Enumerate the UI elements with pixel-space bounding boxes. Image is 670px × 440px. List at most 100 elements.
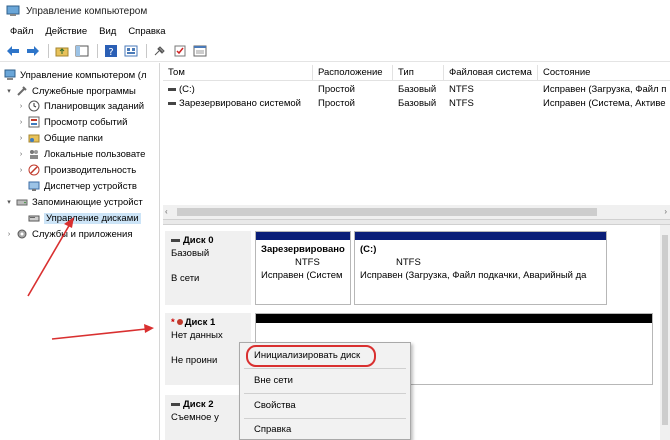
column-header-volume[interactable]: Том: [163, 65, 313, 81]
scrollbar-thumb[interactable]: [177, 208, 597, 216]
tree-perf-label: Производительность: [44, 164, 137, 176]
tree-utilities[interactable]: ▾ Служебные программы: [4, 83, 136, 99]
tree-storage[interactable]: ▾ Запоминающие устройст: [4, 194, 143, 210]
scrollbar-thumb[interactable]: [662, 235, 668, 425]
disk1-line2: Не проини: [171, 355, 218, 366]
expanded-chevron-icon[interactable]: ▾: [4, 198, 14, 206]
disk-icon: [171, 238, 180, 242]
services-icon: [17, 229, 27, 239]
menu-action[interactable]: Действие: [39, 26, 93, 37]
partition-c-status: Исправен (Загрузка, Файл подкачки, Авари…: [360, 270, 587, 281]
disk1-marker: *: [171, 317, 175, 328]
unallocated-bar: [256, 314, 652, 323]
tree-root[interactable]: Управление компьютером (л: [2, 67, 147, 83]
tree-scheduler[interactable]: › Планировщик заданий: [16, 98, 144, 114]
partition-c-fs: NTFS: [396, 257, 421, 268]
view-button[interactable]: [191, 42, 209, 60]
window-list-icon: [193, 45, 207, 56]
scroll-left-icon[interactable]: ‹: [165, 207, 168, 216]
menu-help[interactable]: Справка: [122, 26, 171, 37]
folder-up-icon: [55, 47, 69, 56]
collapsed-chevron-icon[interactable]: ›: [16, 135, 26, 142]
vertical-scrollbar[interactable]: [660, 225, 670, 440]
partition-reserved-fs: NTFS: [295, 257, 320, 268]
disk0-name: Диск 0: [183, 235, 214, 246]
column-header-status[interactable]: Состояние: [538, 65, 670, 81]
collapsed-chevron-icon[interactable]: ›: [16, 151, 26, 158]
tree-users[interactable]: › Локальные пользовате: [16, 146, 146, 162]
type-cell: Базовый: [398, 98, 437, 109]
unknown-disk-icon: [176, 319, 183, 326]
event-viewer-icon: [28, 116, 40, 128]
up-folder-button[interactable]: [53, 42, 71, 60]
tree-shared[interactable]: › Общие папки: [16, 130, 103, 146]
console-tree-icon: [75, 45, 89, 56]
toolbar-separator: [48, 43, 49, 58]
tree-storage-label: Запоминающие устройст: [32, 196, 143, 208]
properties-button[interactable]: [122, 42, 140, 60]
show-hide-tree-button[interactable]: [73, 42, 91, 60]
window-title: Управление компьютером: [26, 5, 148, 17]
back-arrow-icon: [7, 45, 19, 56]
tree-diskmgmt[interactable]: Управление дисками: [26, 210, 141, 226]
menu-separator: [244, 418, 406, 419]
toolbar-separator: [97, 43, 98, 58]
partition-c[interactable]: (C:) NTFS Исправен (Загрузка, Файл подка…: [354, 231, 607, 305]
volume-icon: [168, 87, 176, 91]
tree-shared-label: Общие папки: [44, 132, 103, 144]
computer-management-icon: [6, 5, 20, 16]
forward-button[interactable]: [24, 42, 42, 60]
tree-scheduler-label: Планировщик заданий: [44, 100, 145, 112]
menu-view[interactable]: Вид: [93, 26, 122, 37]
check-button[interactable]: [171, 42, 189, 60]
tools-icon: [17, 86, 27, 96]
tree-perf[interactable]: › Производительность: [16, 162, 136, 178]
column-header-type[interactable]: Тип: [393, 65, 444, 81]
title-bar: Управление компьютером: [0, 0, 670, 22]
menu-item-help[interactable]: Справка: [254, 422, 291, 438]
help-button[interactable]: ?: [102, 42, 120, 60]
back-button[interactable]: [4, 42, 22, 60]
collapsed-chevron-icon[interactable]: ›: [16, 103, 26, 110]
status-cell: Исправен (Загрузка, Файл п: [543, 84, 667, 95]
connect-button[interactable]: [151, 42, 169, 60]
computer-icon: [4, 69, 16, 80]
partition-reserved-name: Зарезервировано: [261, 244, 345, 255]
disk-icon: [171, 402, 180, 406]
filesystem-cell: NTFS: [449, 84, 474, 95]
help-icon: ?: [105, 44, 117, 57]
tree-services[interactable]: › Службы и приложения: [4, 226, 133, 242]
highlight-oval: [246, 345, 376, 367]
table-row[interactable]: (C:) Простой Базовый NTFS Исправен (Загр…: [163, 83, 670, 97]
shared-folder-icon: [28, 134, 40, 143]
column-header-filesystem[interactable]: Файловая система: [444, 65, 538, 81]
collapsed-chevron-icon[interactable]: ›: [4, 231, 14, 238]
menu-item-properties[interactable]: Свойства: [254, 398, 296, 414]
menu-item-offline[interactable]: Вне сети: [254, 373, 293, 389]
menu-file[interactable]: Файл: [4, 26, 39, 37]
disk0-label[interactable]: Диск 0 Базовый В сети: [165, 231, 251, 305]
collapsed-chevron-icon[interactable]: ›: [16, 119, 26, 126]
partition-bar: [256, 232, 350, 240]
checklist-icon: [174, 45, 186, 56]
tree-diskmgmt-label: Управление дисками: [44, 212, 141, 224]
tree-devmgr[interactable]: Диспетчер устройств: [26, 178, 137, 194]
toolbar-separator: [146, 43, 147, 58]
expanded-chevron-icon[interactable]: ▾: [4, 87, 14, 95]
table-row[interactable]: Зарезервировано системой Простой Базовый…: [163, 97, 670, 111]
disk2-line1: Съемное у: [171, 412, 219, 423]
clock-icon: [28, 100, 40, 112]
horizontal-scrollbar[interactable]: ‹ ›: [163, 205, 670, 219]
disk1-line1: Нет данных: [171, 330, 223, 341]
disk-management-icon: [28, 215, 40, 222]
type-cell: Базовый: [398, 84, 437, 95]
column-header-layout[interactable]: Расположение: [313, 65, 393, 81]
disk0-type: Базовый: [171, 248, 210, 259]
scroll-right-icon[interactable]: ›: [664, 207, 667, 216]
collapsed-chevron-icon[interactable]: ›: [16, 167, 26, 174]
layout-cell: Простой: [318, 98, 355, 109]
tree-events[interactable]: › Просмотр событий: [16, 114, 127, 130]
tree-devmgr-label: Диспетчер устройств: [44, 180, 137, 192]
partition-reserved[interactable]: Зарезервировано NTFS Исправен (Систем: [255, 231, 351, 305]
tree-users-label: Локальные пользовате: [44, 148, 146, 160]
